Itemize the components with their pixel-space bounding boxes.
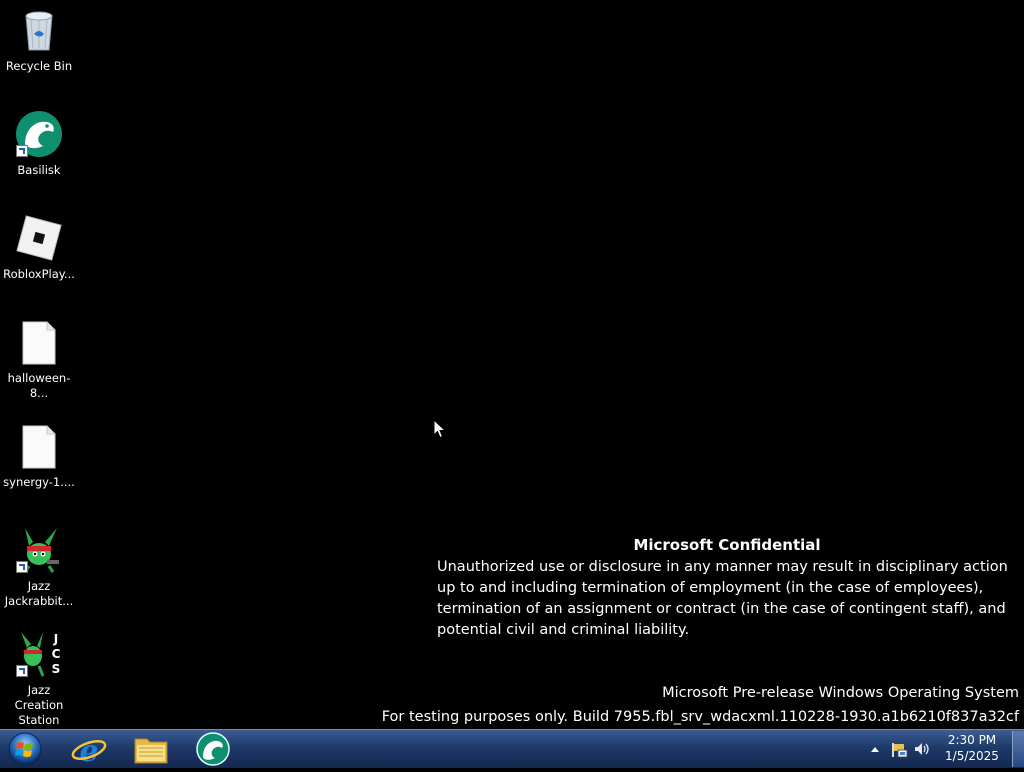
shortcut-arrow-icon [16,145,28,157]
desktop-icon-label: Jazz Jackrabbit... [4,579,74,608]
taskbar-internet-explorer[interactable]: e [60,730,118,769]
watermark-os-line: Microsoft Pre-release Windows Operating … [662,685,1019,701]
svg-text:S: S [52,662,61,676]
desktop-icon-basilisk[interactable]: Basilisk [0,110,78,178]
desktop-icon-label: Jazz Creation Station [14,683,64,727]
desktop-icon-recycle-bin[interactable]: Recycle Bin [0,6,78,74]
action-center-flag-icon[interactable] [890,740,908,762]
desktop-icon-halloween-file[interactable]: halloween-8... [0,318,78,401]
jcs-icon: J C S [15,630,63,678]
desktop-icon-synergy-file[interactable]: synergy-1.... [0,422,78,490]
desktop-icon-label: Basilisk [17,163,61,177]
desktop-icon-roblox-player[interactable]: RobloxPlay... [0,214,78,282]
blank-file-icon [15,318,63,366]
taskbar-windows-explorer[interactable] [122,730,180,768]
desktop[interactable]: Recycle Bin Basilisk RobloxPlay... hallo… [0,0,1024,729]
watermark-title: Microsoft Confidential [633,536,821,554]
jazz-jackrabbit-icon [15,526,63,574]
watermark-build-line: For testing purposes only. Build 7955.fb… [381,709,1019,725]
desktop-icon-label: halloween-8... [7,371,71,400]
windows-orb-icon [8,732,42,766]
internet-explorer-icon: e [71,734,107,769]
system-clock[interactable]: 2:30 PM 1/5/2025 [934,732,1010,764]
desktop-icon-jazz-jackrabbit[interactable]: Jazz Jackrabbit... [0,526,78,609]
taskbar-basilisk[interactable] [184,730,242,768]
desktop-icon-label: synergy-1.... [3,475,75,489]
basilisk-browser-icon [15,110,63,158]
desktop-icon-label: RobloxPlay... [3,267,75,281]
mouse-cursor-icon [433,418,447,439]
recycle-bin-icon [15,6,63,54]
desktop-icon-jazz-creation-station[interactable]: J C S Jazz Creation Station [0,630,78,728]
confidential-watermark: Microsoft Confidential Unauthorized use … [437,535,1017,641]
show-hidden-icons-icon[interactable] [869,741,881,761]
shortcut-arrow-icon [16,665,28,677]
clock-date: 1/5/2025 [945,749,999,763]
svg-text:C: C [52,647,61,661]
volume-icon[interactable] [913,740,931,762]
show-desktop-button[interactable] [1012,731,1024,767]
svg-text:e: e [79,734,98,768]
taskbar: e 2:30 PM 1/5/2025 [0,729,1024,769]
watermark-body: Unauthorized use or disclosure in any ma… [437,559,1008,638]
roblox-icon [15,214,63,262]
clock-time: 2:30 PM [947,733,997,747]
blank-file-icon [15,422,63,470]
folder-icon [134,738,168,764]
svg-text:J: J [53,632,58,646]
shortcut-arrow-icon [16,561,28,573]
start-button[interactable] [6,731,44,767]
desktop-icon-label: Recycle Bin [5,59,73,73]
basilisk-browser-icon [196,732,230,766]
